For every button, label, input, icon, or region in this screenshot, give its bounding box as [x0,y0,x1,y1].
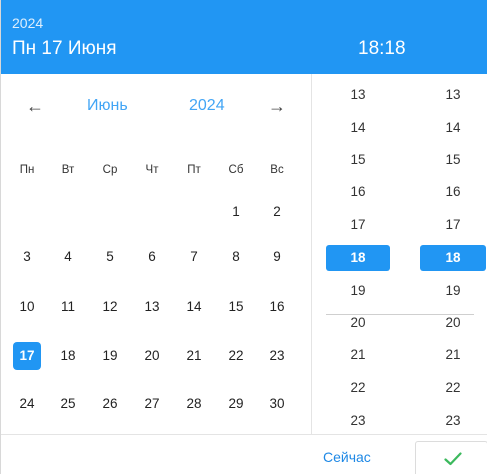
day-cell[interactable]: 13 [138,293,166,321]
header-date[interactable]: Пн 17 Июня [12,38,117,60]
time-option[interactable]: 19 [326,278,390,304]
day-cell[interactable]: 20 [138,342,166,370]
weekday-label: Вс [270,164,284,176]
day-cell[interactable]: 6 [138,243,166,271]
day-cell[interactable]: 29 [222,390,250,418]
picker-header: 2024 Пн 17 Июня 18:18 [1,0,487,74]
time-option[interactable]: 19 [420,278,486,304]
weekday-header: Пн Вт Ср Чт Пт Сб Вс [13,164,305,188]
weekday-label: Вт [61,164,75,176]
minutes-column[interactable]: 13 14 15 16 17 18 19 20 21 22 23 [408,74,487,434]
day-cell[interactable]: 18 [54,342,82,370]
time-option[interactable]: 23 [326,408,390,434]
day-cell-selected[interactable]: 17 [13,342,41,370]
day-cell[interactable]: 25 [54,390,82,418]
day-cell[interactable]: 4 [54,243,82,271]
time-option[interactable]: 13 [326,82,390,108]
prev-month-button[interactable]: ← [21,94,49,118]
weekday-label: Чт [145,164,159,176]
day-cell[interactable]: 16 [263,293,291,321]
day-cell[interactable]: 28 [180,390,208,418]
time-option-selected[interactable]: 18 [420,245,486,271]
time-option-selected[interactable]: 18 [326,245,390,271]
next-month-button[interactable]: → [263,94,291,118]
calendar: ← Июнь 2024 → Пн Вт Ср Чт Пт Сб Вс 1 2 3 4 5 6 7 8 9 10… [1,74,311,434]
time-option[interactable]: 17 [420,212,486,238]
day-cell[interactable]: 22 [222,342,250,370]
day-cell[interactable]: 30 [263,390,291,418]
hours-column[interactable]: 13 14 15 16 17 18 19 20 21 22 23 [312,74,408,434]
day-cell[interactable]: 12 [96,293,124,321]
time-option[interactable]: 22 [420,375,486,401]
time-option[interactable]: 20 [420,310,486,336]
day-cell[interactable]: 21 [180,342,208,370]
time-option[interactable]: 14 [420,115,486,141]
year-selector[interactable]: 2024 [189,97,225,115]
day-cell[interactable]: 26 [96,390,124,418]
time-option[interactable]: 15 [420,147,486,173]
day-cell[interactable]: 19 [96,342,124,370]
day-cell[interactable]: 11 [54,293,82,321]
day-cell[interactable]: 27 [138,390,166,418]
day-cell[interactable]: 3 [13,243,41,271]
weekday-label: Пн [19,164,35,176]
time-option[interactable]: 23 [420,408,486,434]
time-option[interactable]: 20 [326,310,390,336]
day-cell[interactable]: 7 [180,243,208,271]
calendar-nav: ← Июнь 2024 → [1,74,311,138]
picker-footer: Сейчас [1,434,487,474]
time-option[interactable]: 15 [326,147,390,173]
month-selector[interactable]: Июнь [87,97,128,115]
weekday-label: Ср [102,164,118,176]
day-cell[interactable]: 14 [180,293,208,321]
day-cell[interactable]: 15 [222,293,250,321]
day-cell[interactable]: 23 [263,342,291,370]
day-cell[interactable]: 1 [222,198,250,226]
time-option[interactable]: 21 [420,342,486,368]
time-option[interactable]: 13 [420,82,486,108]
time-option[interactable]: 14 [326,115,390,141]
time-option[interactable]: 16 [420,179,486,205]
day-cell[interactable]: 5 [96,243,124,271]
day-cell[interactable]: 10 [13,293,41,321]
datetime-picker: 2024 Пн 17 Июня 18:18 ← Июнь 2024 → Пн Вт… [0,0,487,474]
day-cell[interactable]: 24 [13,390,41,418]
time-option[interactable]: 16 [326,179,390,205]
header-year[interactable]: 2024 [12,15,43,31]
day-cell[interactable]: 8 [222,243,250,271]
header-time[interactable]: 18:18 [358,38,406,60]
day-cell[interactable]: 2 [263,198,291,226]
now-button[interactable]: Сейчас [323,449,371,465]
time-option[interactable]: 22 [326,375,390,401]
time-option[interactable]: 21 [326,342,390,368]
weekday-label: Сб [228,164,244,176]
ok-button[interactable] [415,441,487,474]
check-icon [444,452,462,466]
time-option[interactable]: 17 [326,212,390,238]
day-cell[interactable]: 9 [263,243,291,271]
weekday-label: Пт [187,164,201,176]
